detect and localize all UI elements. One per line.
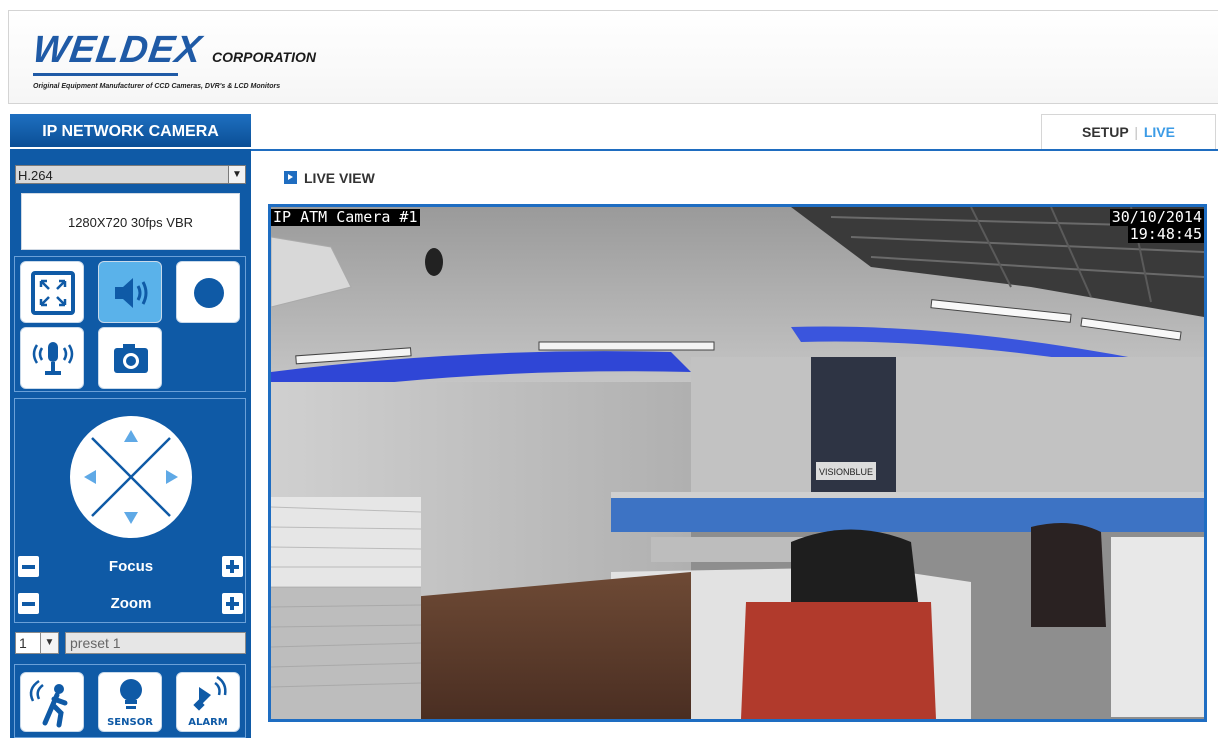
motion-detect-icon <box>29 679 68 728</box>
live-video-stream[interactable]: VISIONBLUE IP ATM Camera #1 30/10/2014 1… <box>268 204 1207 722</box>
alarm-horn-icon <box>193 675 227 711</box>
chevron-right-icon <box>284 171 297 184</box>
microphone-icon <box>32 342 74 375</box>
codec-value: H.264 <box>18 168 53 183</box>
osd-date: 30/10/2014 <box>1109 208 1204 226</box>
chevron-down-icon[interactable]: ▼ <box>40 633 58 653</box>
focus-label: Focus <box>108 558 154 575</box>
fullscreen-icon <box>31 271 75 315</box>
preset-name-input[interactable]: preset 1 <box>65 632 246 654</box>
logo-corporation: CORPORATION <box>212 49 316 65</box>
zoom-control: Zoom <box>16 591 246 617</box>
codec-select[interactable]: H.264 ▼ <box>15 165 246 184</box>
header-divider <box>251 149 1218 151</box>
sidebar-title: IP NETWORK CAMERA <box>10 114 251 149</box>
ptz-joystick[interactable] <box>70 416 192 538</box>
pan-down-icon[interactable] <box>124 512 138 524</box>
motion-button[interactable] <box>20 672 84 732</box>
audio-button[interactable] <box>98 261 162 323</box>
live-view-title: LIVE VIEW <box>304 170 375 186</box>
snapshot-button[interactable] <box>98 327 162 389</box>
scene-sign-text: VISIONBLUE <box>819 467 873 477</box>
record-button[interactable] <box>176 261 240 323</box>
zoom-label: Zoom <box>110 595 152 612</box>
camera-feed-image: VISIONBLUE <box>271 207 1204 719</box>
tab-separator: | <box>1134 124 1138 140</box>
page-header: WELDEX CORPORATION Original Equipment Ma… <box>8 10 1218 104</box>
pan-right-icon[interactable] <box>166 470 178 484</box>
preset-row: 1 ▼ preset 1 <box>15 632 246 655</box>
preset-number-value: 1 <box>19 635 27 651</box>
logo-text: WELDEX <box>30 29 205 71</box>
speaker-icon <box>115 278 148 308</box>
chevron-down-icon[interactable]: ▼ <box>228 166 245 183</box>
lightbulb-icon <box>120 679 142 709</box>
weldex-logo: WELDEX CORPORATION Original Equipment Ma… <box>30 29 316 90</box>
osd-time: 19:48:45 <box>1127 225 1204 243</box>
tab-live[interactable]: LIVE <box>1144 124 1175 140</box>
logo-underline <box>33 73 178 76</box>
sensor-label: SENSOR <box>107 717 153 728</box>
focus-plus-button[interactable] <box>222 556 243 577</box>
focus-control: Focus <box>16 554 246 580</box>
preset-number-select[interactable]: 1 ▼ <box>15 632 59 654</box>
pan-left-icon[interactable] <box>84 470 96 484</box>
fullscreen-button[interactable] <box>20 261 84 323</box>
pan-up-icon[interactable] <box>124 430 138 442</box>
alarm-button[interactable]: ALARM <box>176 672 240 732</box>
alarm-label: ALARM <box>188 717 228 728</box>
resolution-display: 1280X720 30fps VBR <box>21 193 240 250</box>
tab-setup[interactable]: SETUP <box>1082 124 1128 140</box>
record-icon <box>194 278 224 308</box>
control-sidebar: IP NETWORK CAMERA H.264 ▼ 1280X720 30fps… <box>10 114 251 738</box>
microphone-button[interactable] <box>20 327 84 389</box>
osd-camera-name: IP ATM Camera #1 <box>271 208 420 226</box>
nav-tabs: SETUP | LIVE <box>1041 114 1216 150</box>
logo-tagline: Original Equipment Manufacturer of CCD C… <box>33 83 281 90</box>
zoom-plus-button[interactable] <box>222 593 243 614</box>
sensor-button[interactable]: SENSOR <box>98 672 162 732</box>
camera-icon <box>114 344 148 373</box>
